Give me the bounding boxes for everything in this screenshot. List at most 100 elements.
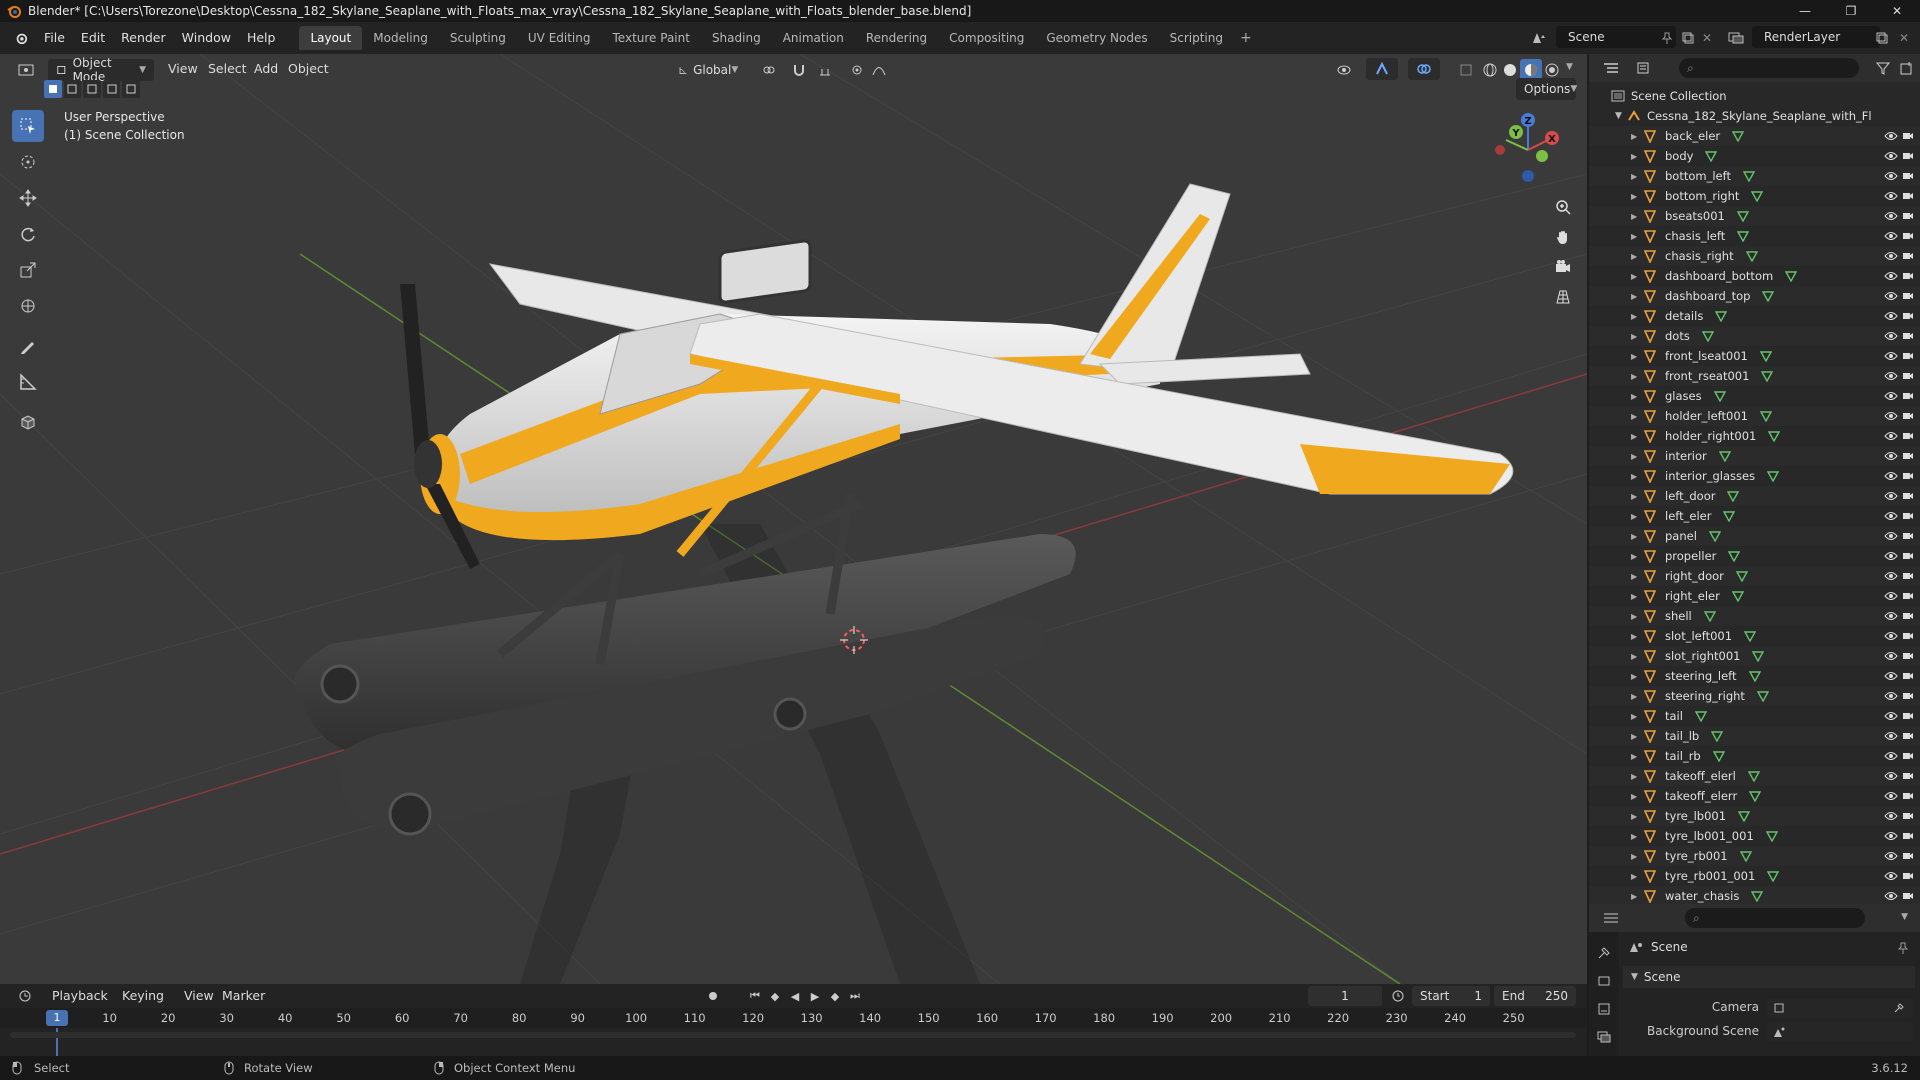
visibility-eye-icon[interactable] <box>1884 831 1898 841</box>
visibility-eye-icon[interactable] <box>1884 731 1898 741</box>
tab-animation[interactable]: Animation <box>772 26 855 50</box>
mesh-data-icon[interactable] <box>1748 670 1761 682</box>
render-camera-icon[interactable] <box>1902 871 1914 881</box>
outliner-object-row[interactable]: ▶ tyre_rb001_001 <box>1589 866 1920 886</box>
visibility-eye-icon[interactable] <box>1884 591 1898 601</box>
mesh-data-icon[interactable] <box>1761 370 1774 382</box>
expand-arrow-right-icon[interactable]: ▶ <box>1631 372 1643 381</box>
expand-arrow-right-icon[interactable]: ▶ <box>1631 172 1643 181</box>
render-camera-icon[interactable] <box>1902 411 1914 421</box>
mesh-data-icon[interactable] <box>1727 490 1740 502</box>
rotate-tool[interactable] <box>12 218 44 250</box>
outliner-object-row[interactable]: ▶ bottom_left <box>1589 166 1920 186</box>
editor-type-icon[interactable] <box>12 60 40 80</box>
gizmo-neg-x-axis[interactable] <box>1495 145 1505 155</box>
viewport-menu-view[interactable]: View <box>168 61 198 76</box>
add-workspace-button[interactable]: + <box>1234 30 1258 46</box>
properties-pin-icon[interactable] <box>1895 940 1911 956</box>
3d-viewport[interactable]: Object Mode ▼ View Select Add Object ⊾ G… <box>0 54 1587 984</box>
expand-arrow-right-icon[interactable]: ▶ <box>1631 212 1643 221</box>
play-icon[interactable]: ▶ <box>806 986 824 1006</box>
outliner-object-row[interactable]: ▶ steering_left <box>1589 666 1920 686</box>
visibility-eye-icon[interactable] <box>1884 671 1898 681</box>
render-camera-icon[interactable] <box>1902 651 1914 661</box>
outliner-collection-row[interactable]: ▼ Cessna_182_Skylane_Seaplane_with_Fl <box>1589 106 1920 126</box>
mesh-data-icon[interactable] <box>1713 390 1726 402</box>
background-scene-field[interactable] <box>1767 1022 1913 1042</box>
render-camera-icon[interactable] <box>1902 811 1914 821</box>
mesh-data-icon[interactable] <box>1694 710 1707 722</box>
expand-arrow-right-icon[interactable]: ▶ <box>1631 772 1643 781</box>
falloff-icon[interactable] <box>868 60 890 80</box>
render-camera-icon[interactable] <box>1902 791 1914 801</box>
outliner-object-row[interactable]: ▶ tyre_lb001_001 <box>1589 826 1920 846</box>
expand-arrow-right-icon[interactable]: ▶ <box>1631 132 1643 141</box>
visibility-eye-icon[interactable] <box>1884 331 1898 341</box>
expand-arrow-right-icon[interactable]: ▶ <box>1631 432 1643 441</box>
render-camera-icon[interactable] <box>1902 331 1914 341</box>
tab-shading[interactable]: Shading <box>701 26 772 50</box>
expand-arrow-right-icon[interactable]: ▶ <box>1631 672 1643 681</box>
mesh-data-icon[interactable] <box>1728 550 1741 562</box>
visibility-eye-icon[interactable] <box>1884 651 1898 661</box>
outliner-object-row[interactable]: ▶ tail <box>1589 706 1920 726</box>
render-camera-icon[interactable] <box>1902 211 1914 221</box>
render-camera-icon[interactable] <box>1902 451 1914 461</box>
render-camera-icon[interactable] <box>1902 891 1914 901</box>
timeline-menu-playback[interactable]: Playback <box>52 988 108 1003</box>
snap-icon[interactable] <box>788 60 810 80</box>
render-camera-icon[interactable] <box>1902 351 1914 361</box>
mesh-data-icon[interactable] <box>1736 210 1749 222</box>
expand-arrow-right-icon[interactable]: ▶ <box>1631 192 1643 201</box>
expand-arrow-right-icon[interactable]: ▶ <box>1631 232 1643 241</box>
current-frame-field[interactable]: 1 <box>1308 986 1382 1006</box>
pivot-point-icon[interactable] <box>756 60 782 80</box>
mesh-data-icon[interactable] <box>1785 270 1798 282</box>
visibility-eye-icon[interactable] <box>1884 711 1898 721</box>
outliner-object-row[interactable]: ▶ body <box>1589 146 1920 166</box>
timeline-scrollbar[interactable] <box>10 1032 1576 1038</box>
outliner-object-row[interactable]: ▶ takeoff_elerr <box>1589 786 1920 806</box>
outliner-object-row[interactable]: ▶ left_door <box>1589 486 1920 506</box>
expand-arrow-right-icon[interactable]: ▶ <box>1631 452 1643 461</box>
viewport-menu-select[interactable]: Select <box>208 61 247 76</box>
render-camera-icon[interactable] <box>1902 671 1914 681</box>
menu-file[interactable]: File <box>36 22 73 54</box>
tab-geometry-nodes[interactable]: Geometry Nodes <box>1035 26 1158 50</box>
render-camera-icon[interactable] <box>1902 391 1914 401</box>
render-camera-icon[interactable] <box>1902 751 1914 761</box>
viewport-scene[interactable] <box>0 54 1587 984</box>
visibility-eye-icon[interactable] <box>1884 191 1898 201</box>
tool-tab-icon[interactable] <box>1595 944 1613 962</box>
visibility-eye-icon[interactable] <box>1884 611 1898 621</box>
outliner-object-row[interactable]: ▶ right_eler <box>1589 586 1920 606</box>
outliner-object-row[interactable]: ▶ propeller <box>1589 546 1920 566</box>
jump-keyframe-back-icon[interactable]: ◆ <box>766 986 784 1006</box>
visibility-eye-icon[interactable] <box>1884 151 1898 161</box>
visibility-eye-icon[interactable] <box>1884 171 1898 181</box>
maximize-button[interactable]: ❐ <box>1828 0 1874 22</box>
outliner-object-row[interactable]: ▶ right_door <box>1589 566 1920 586</box>
auto-keying-icon[interactable] <box>702 986 724 1006</box>
visibility-eye-icon[interactable] <box>1884 291 1898 301</box>
expand-arrow-right-icon[interactable]: ▶ <box>1631 552 1643 561</box>
outliner-object-row[interactable]: ▶ front_rseat001 <box>1589 366 1920 386</box>
outliner-object-row[interactable]: ▶ water_chasis <box>1589 886 1920 904</box>
expand-arrow-right-icon[interactable]: ▶ <box>1631 812 1643 821</box>
tab-sculpting[interactable]: Sculpting <box>439 26 517 50</box>
visibility-eye-icon[interactable] <box>1884 451 1898 461</box>
transform-tool[interactable] <box>12 290 44 322</box>
visibility-eye-icon[interactable] <box>1884 431 1898 441</box>
outliner-object-row[interactable]: ▶ holder_left001 <box>1589 406 1920 426</box>
timeline-menu-keying[interactable]: Keying <box>122 988 164 1003</box>
new-collection-icon[interactable] <box>1897 58 1917 78</box>
render-camera-icon[interactable] <box>1902 431 1914 441</box>
mesh-data-icon[interactable] <box>1768 430 1781 442</box>
menu-help[interactable]: Help <box>239 22 284 54</box>
mesh-data-icon[interactable] <box>1749 790 1762 802</box>
render-camera-icon[interactable] <box>1902 231 1914 241</box>
select-box-tool[interactable] <box>12 110 44 142</box>
mesh-data-icon[interactable] <box>1712 750 1725 762</box>
outliner-object-row[interactable]: ▶ front_lseat001 <box>1589 346 1920 366</box>
expand-arrow-right-icon[interactable]: ▶ <box>1631 532 1643 541</box>
